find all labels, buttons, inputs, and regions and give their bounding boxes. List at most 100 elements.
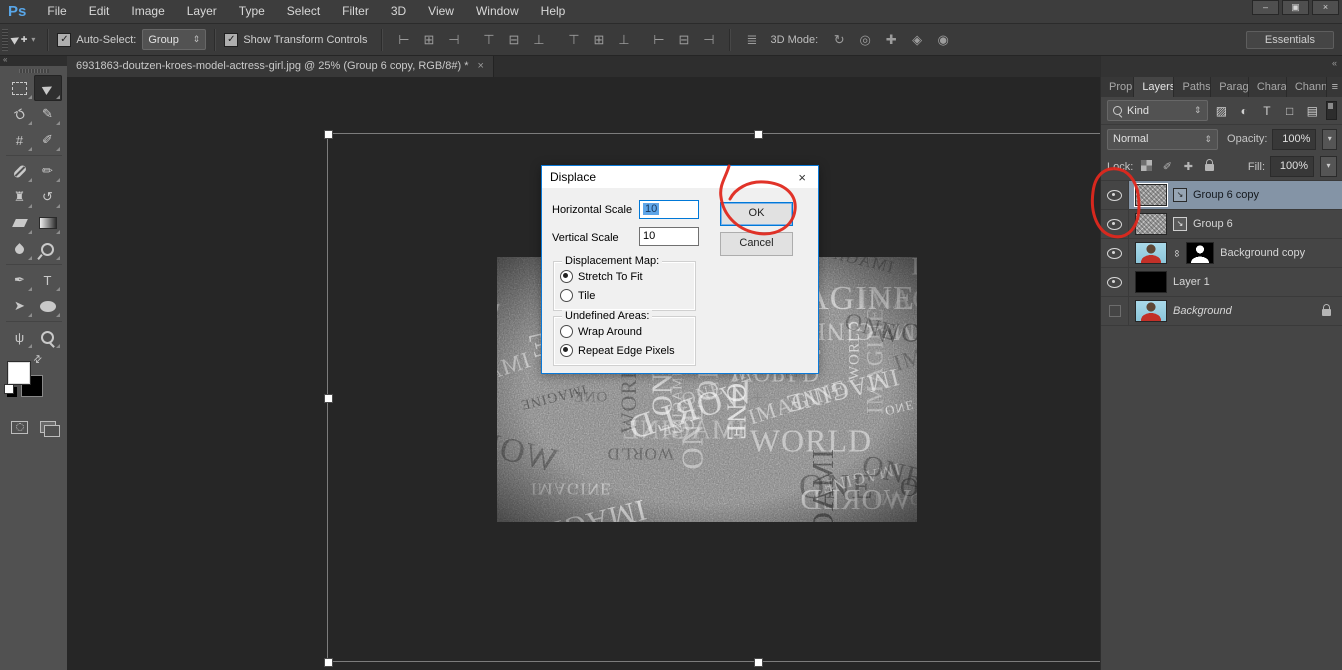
gradient-tool[interactable] xyxy=(34,210,62,236)
menu-layer[interactable]: Layer xyxy=(176,0,228,23)
lasso-tool[interactable]: Ω xyxy=(6,101,34,127)
close-button[interactable]: × xyxy=(1312,0,1339,15)
visibility-toggle[interactable] xyxy=(1101,268,1129,296)
filter-shape-layers-icon[interactable]: □ xyxy=(1281,104,1299,118)
eraser-tool[interactable] xyxy=(6,210,34,236)
type-tool[interactable]: T xyxy=(34,267,62,293)
dialog-title-bar[interactable]: Displace × xyxy=(542,166,818,188)
transform-reference-point[interactable] xyxy=(753,393,762,402)
dodge-tool[interactable] xyxy=(34,236,62,262)
distribute-bottom-edges-icon[interactable]: ⊥ xyxy=(611,30,636,50)
align-horizontal-centers-icon[interactable]: ⊞ xyxy=(416,30,441,50)
layer-row-background-copy[interactable]: ∞ Background copy xyxy=(1101,239,1342,268)
pen-tool[interactable]: ✒ xyxy=(6,267,34,293)
layer-thumbnail[interactable] xyxy=(1135,184,1167,206)
layer-row-background[interactable]: Background xyxy=(1101,297,1342,326)
align-bottom-edges-icon[interactable]: ⊥ xyxy=(526,30,551,50)
filter-type-layers-icon[interactable]: T xyxy=(1258,104,1276,118)
menu-image[interactable]: Image xyxy=(120,0,175,23)
blur-tool[interactable] xyxy=(6,236,34,262)
menu-select[interactable]: Select xyxy=(276,0,331,23)
layer-name[interactable]: Group 6 copy xyxy=(1193,189,1259,201)
3d-scale-icon[interactable]: ◉ xyxy=(930,32,956,48)
menu-view[interactable]: View xyxy=(417,0,465,23)
menu-help[interactable]: Help xyxy=(530,0,577,23)
blend-mode-dropdown[interactable]: Normal ⇕ xyxy=(1107,129,1218,150)
fill-dropdown-arrow[interactable]: ▾ xyxy=(1320,156,1337,177)
zoom-tool[interactable] xyxy=(34,324,62,350)
wrap-around-option[interactable]: Wrap Around xyxy=(560,325,642,338)
cancel-button[interactable]: Cancel xyxy=(720,232,793,256)
default-colors-icon[interactable] xyxy=(4,384,14,394)
align-right-edges-icon[interactable]: ⊣ xyxy=(441,30,466,50)
layer-name[interactable]: Background xyxy=(1173,305,1232,317)
stretch-to-fit-option[interactable]: Stretch To Fit xyxy=(560,270,643,283)
layer-name[interactable]: Layer 1 xyxy=(1173,276,1210,288)
3d-slide-icon[interactable]: ◈ xyxy=(904,32,930,48)
visibility-toggle[interactable] xyxy=(1101,297,1129,325)
menu-type[interactable]: Type xyxy=(228,0,276,23)
radio-tile[interactable] xyxy=(560,289,573,302)
layer-thumbnail[interactable] xyxy=(1135,300,1167,322)
opacity-value[interactable]: 100% xyxy=(1272,129,1316,150)
menu-3d[interactable]: 3D xyxy=(380,0,417,23)
radio-wrap-around[interactable] xyxy=(560,325,573,338)
tab-paragraph[interactable]: Parag xyxy=(1211,77,1249,97)
tab-channels[interactable]: Chann xyxy=(1287,77,1327,97)
layer-row-group-6[interactable]: ↘ Group 6 xyxy=(1101,210,1342,239)
lock-pixels-icon[interactable]: ✐ xyxy=(1159,160,1175,173)
tab-properties[interactable]: Prop xyxy=(1101,77,1134,97)
layer-row-group-6-copy[interactable]: ↘ Group 6 copy xyxy=(1101,181,1342,210)
lock-position-icon[interactable]: ✚ xyxy=(1180,160,1196,173)
distribute-left-edges-icon[interactable]: ⊢ xyxy=(646,30,671,50)
close-tab-icon[interactable]: × xyxy=(477,60,483,72)
menu-file[interactable]: File xyxy=(36,0,77,23)
tab-character[interactable]: Chara xyxy=(1249,77,1287,97)
distribute-right-edges-icon[interactable]: ⊣ xyxy=(696,30,721,50)
workspace-switcher-button[interactable]: Essentials xyxy=(1246,31,1334,49)
horizontal-scale-input[interactable]: 10 xyxy=(639,200,699,219)
transform-handle-top-middle[interactable] xyxy=(754,130,763,139)
fill-value[interactable]: 100% xyxy=(1270,156,1314,177)
lock-transparency-icon[interactable] xyxy=(1138,160,1154,174)
transform-handle-top-left[interactable] xyxy=(324,130,333,139)
transform-handle-bottom-left[interactable] xyxy=(324,658,333,667)
auto-select-checkbox[interactable]: ✓ xyxy=(57,33,71,47)
tools-collapse-header[interactable]: « xyxy=(0,55,67,66)
layer-name[interactable]: Group 6 xyxy=(1193,218,1233,230)
layer-thumbnail[interactable] xyxy=(1135,242,1167,264)
show-transform-checkbox[interactable]: ✓ xyxy=(224,33,238,47)
rectangular-marquee-tool[interactable] xyxy=(6,75,34,101)
dialog-close-icon[interactable]: × xyxy=(794,170,810,185)
dock-collapse-header[interactable]: « xyxy=(1101,55,1342,77)
distribute-horizontal-centers-icon[interactable]: ⊟ xyxy=(671,30,696,50)
align-top-edges-icon[interactable]: ⊤ xyxy=(476,30,501,50)
ellipse-tool[interactable] xyxy=(34,293,62,319)
move-tool-preset[interactable]: ▶ ✚ ▾ xyxy=(12,34,35,45)
menu-filter[interactable]: Filter xyxy=(331,0,380,23)
move-tool[interactable]: ▶ xyxy=(34,75,62,101)
radio-repeat-edge-pixels[interactable] xyxy=(560,344,573,357)
filter-adjustment-layers-icon[interactable]: ◐ xyxy=(1235,104,1253,118)
quick-mask-button[interactable] xyxy=(6,414,34,440)
transform-handle-left-middle[interactable] xyxy=(324,394,333,403)
menu-window[interactable]: Window xyxy=(465,0,530,23)
align-vertical-centers-icon[interactable]: ⊟ xyxy=(501,30,526,50)
layer-thumbnail[interactable] xyxy=(1135,213,1167,235)
radio-stretch-to-fit[interactable] xyxy=(560,270,573,283)
panel-menu-icon[interactable]: ≡ xyxy=(1327,77,1342,97)
restore-button[interactable]: ▣ xyxy=(1282,0,1309,15)
auto-select-target-dropdown[interactable]: Group ⇕ xyxy=(142,29,206,50)
history-brush-tool[interactable]: ↺ xyxy=(34,184,62,210)
layer-mask-thumbnail[interactable] xyxy=(1186,242,1214,264)
distribute-top-edges-icon[interactable]: ⊤ xyxy=(561,30,586,50)
filter-smart-objects-icon[interactable]: ▤ xyxy=(1303,104,1321,118)
transform-handle-bottom-middle[interactable] xyxy=(754,658,763,667)
3d-drag-icon[interactable]: ✚ xyxy=(878,32,904,48)
opacity-dropdown-arrow[interactable]: ▾ xyxy=(1322,129,1337,150)
visibility-toggle[interactable] xyxy=(1101,181,1129,209)
path-selection-tool[interactable]: ➤ xyxy=(6,293,34,319)
foreground-color-swatch[interactable] xyxy=(8,362,30,384)
filter-toggle-switch[interactable] xyxy=(1326,101,1337,120)
crop-tool[interactable]: # xyxy=(6,127,34,153)
